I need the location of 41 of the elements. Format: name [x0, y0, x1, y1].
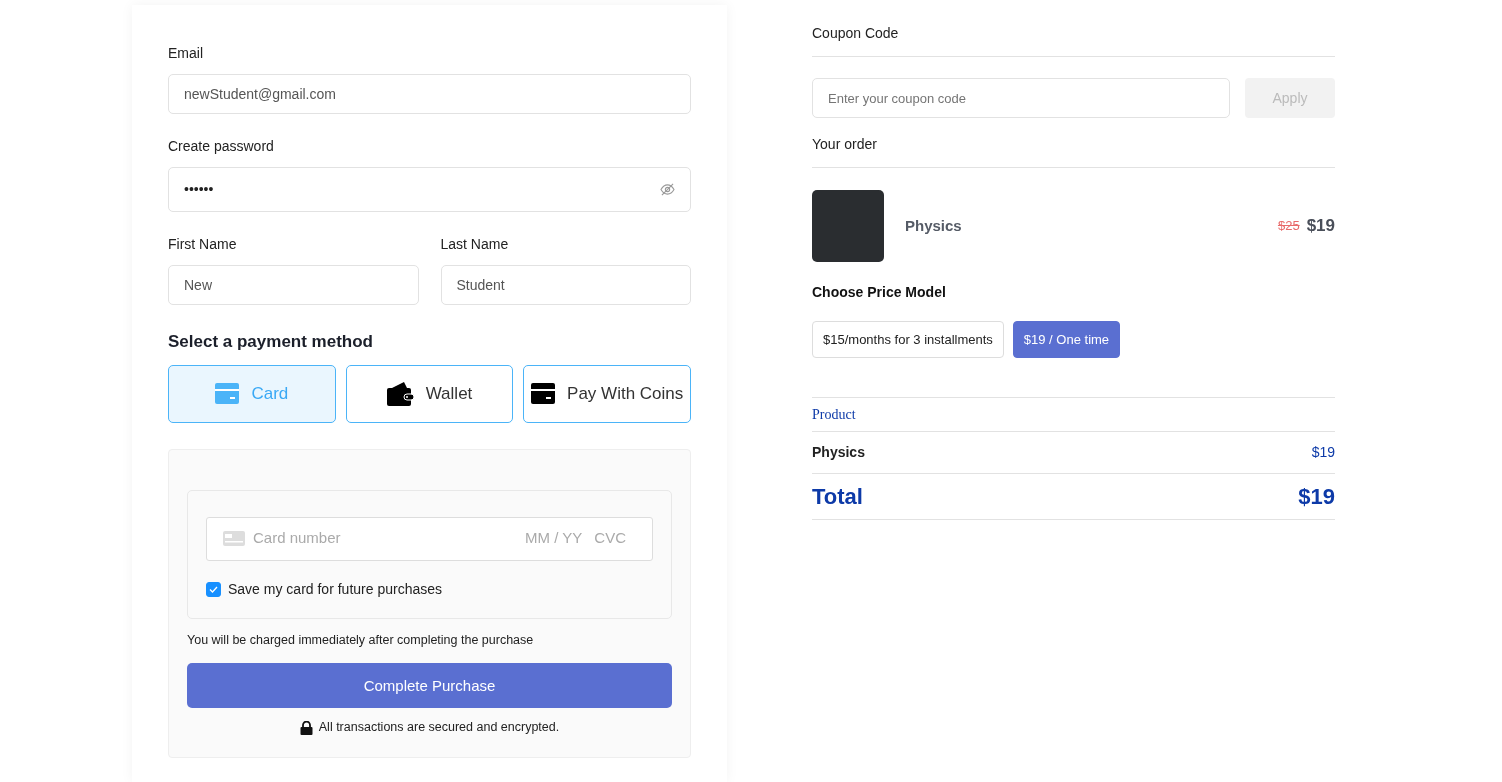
product-name: Physics [905, 215, 963, 236]
card-number-placeholder: Card number [253, 528, 342, 549]
card-icon [215, 383, 240, 404]
email-field[interactable]: newStudent@gmail.com [168, 74, 691, 114]
section-title: Your order [812, 136, 877, 152]
checkmark-icon [209, 585, 218, 593]
price: $19 [1306, 215, 1335, 238]
secure-note: All transactions are secured and encrypted. [318, 719, 560, 737]
complete-purchase-button[interactable]: Complete Purchase [187, 663, 672, 709]
section-heading: Select a payment method [168, 331, 374, 353]
save-card-checkbox[interactable] [206, 581, 221, 597]
price-model-option[interactable]: $19 / One time [1012, 321, 1121, 358]
field-label: Last Name [440, 235, 509, 254]
total-value: $19 [1298, 483, 1335, 511]
field-label: First Name [168, 235, 237, 254]
lock-icon [299, 720, 313, 735]
column-header: Product [812, 407, 856, 422]
old-price: $25 [1277, 217, 1300, 236]
expiry-placeholder: MM / YY [525, 528, 583, 549]
payment-method-tab[interactable]: Wallet [345, 364, 514, 423]
eye-slash-icon[interactable] [660, 183, 675, 196]
row-name: Physics [812, 443, 865, 462]
field-label: Create password [168, 137, 274, 156]
cvc-placeholder: CVC [594, 528, 626, 549]
coupon-field[interactable]: Enter your coupon code [812, 78, 1230, 118]
card-icon [531, 383, 556, 404]
charge-note: You will be charged immediately after completing the purchase [187, 631, 535, 649]
section-heading: Choose Price Model [812, 283, 947, 302]
first-name-field[interactable]: New [168, 265, 419, 305]
payment-method-tab[interactable]: Pay With Coins [523, 364, 691, 423]
row-price: $19 [1311, 443, 1335, 462]
password-field[interactable]: •••••• [168, 167, 691, 212]
field-label: Email [168, 44, 203, 63]
last-name-field[interactable]: Student [440, 265, 691, 305]
course-photo-placeholder [812, 190, 884, 262]
total-label: Total [812, 483, 863, 511]
price-model-option[interactable]: $15/months for 3 installments [812, 321, 1004, 358]
wallet-icon [386, 381, 414, 406]
save-card-label: Save my card for future purchases [228, 579, 442, 599]
card-icon [223, 531, 245, 546]
section-title: Coupon Code [812, 25, 899, 41]
